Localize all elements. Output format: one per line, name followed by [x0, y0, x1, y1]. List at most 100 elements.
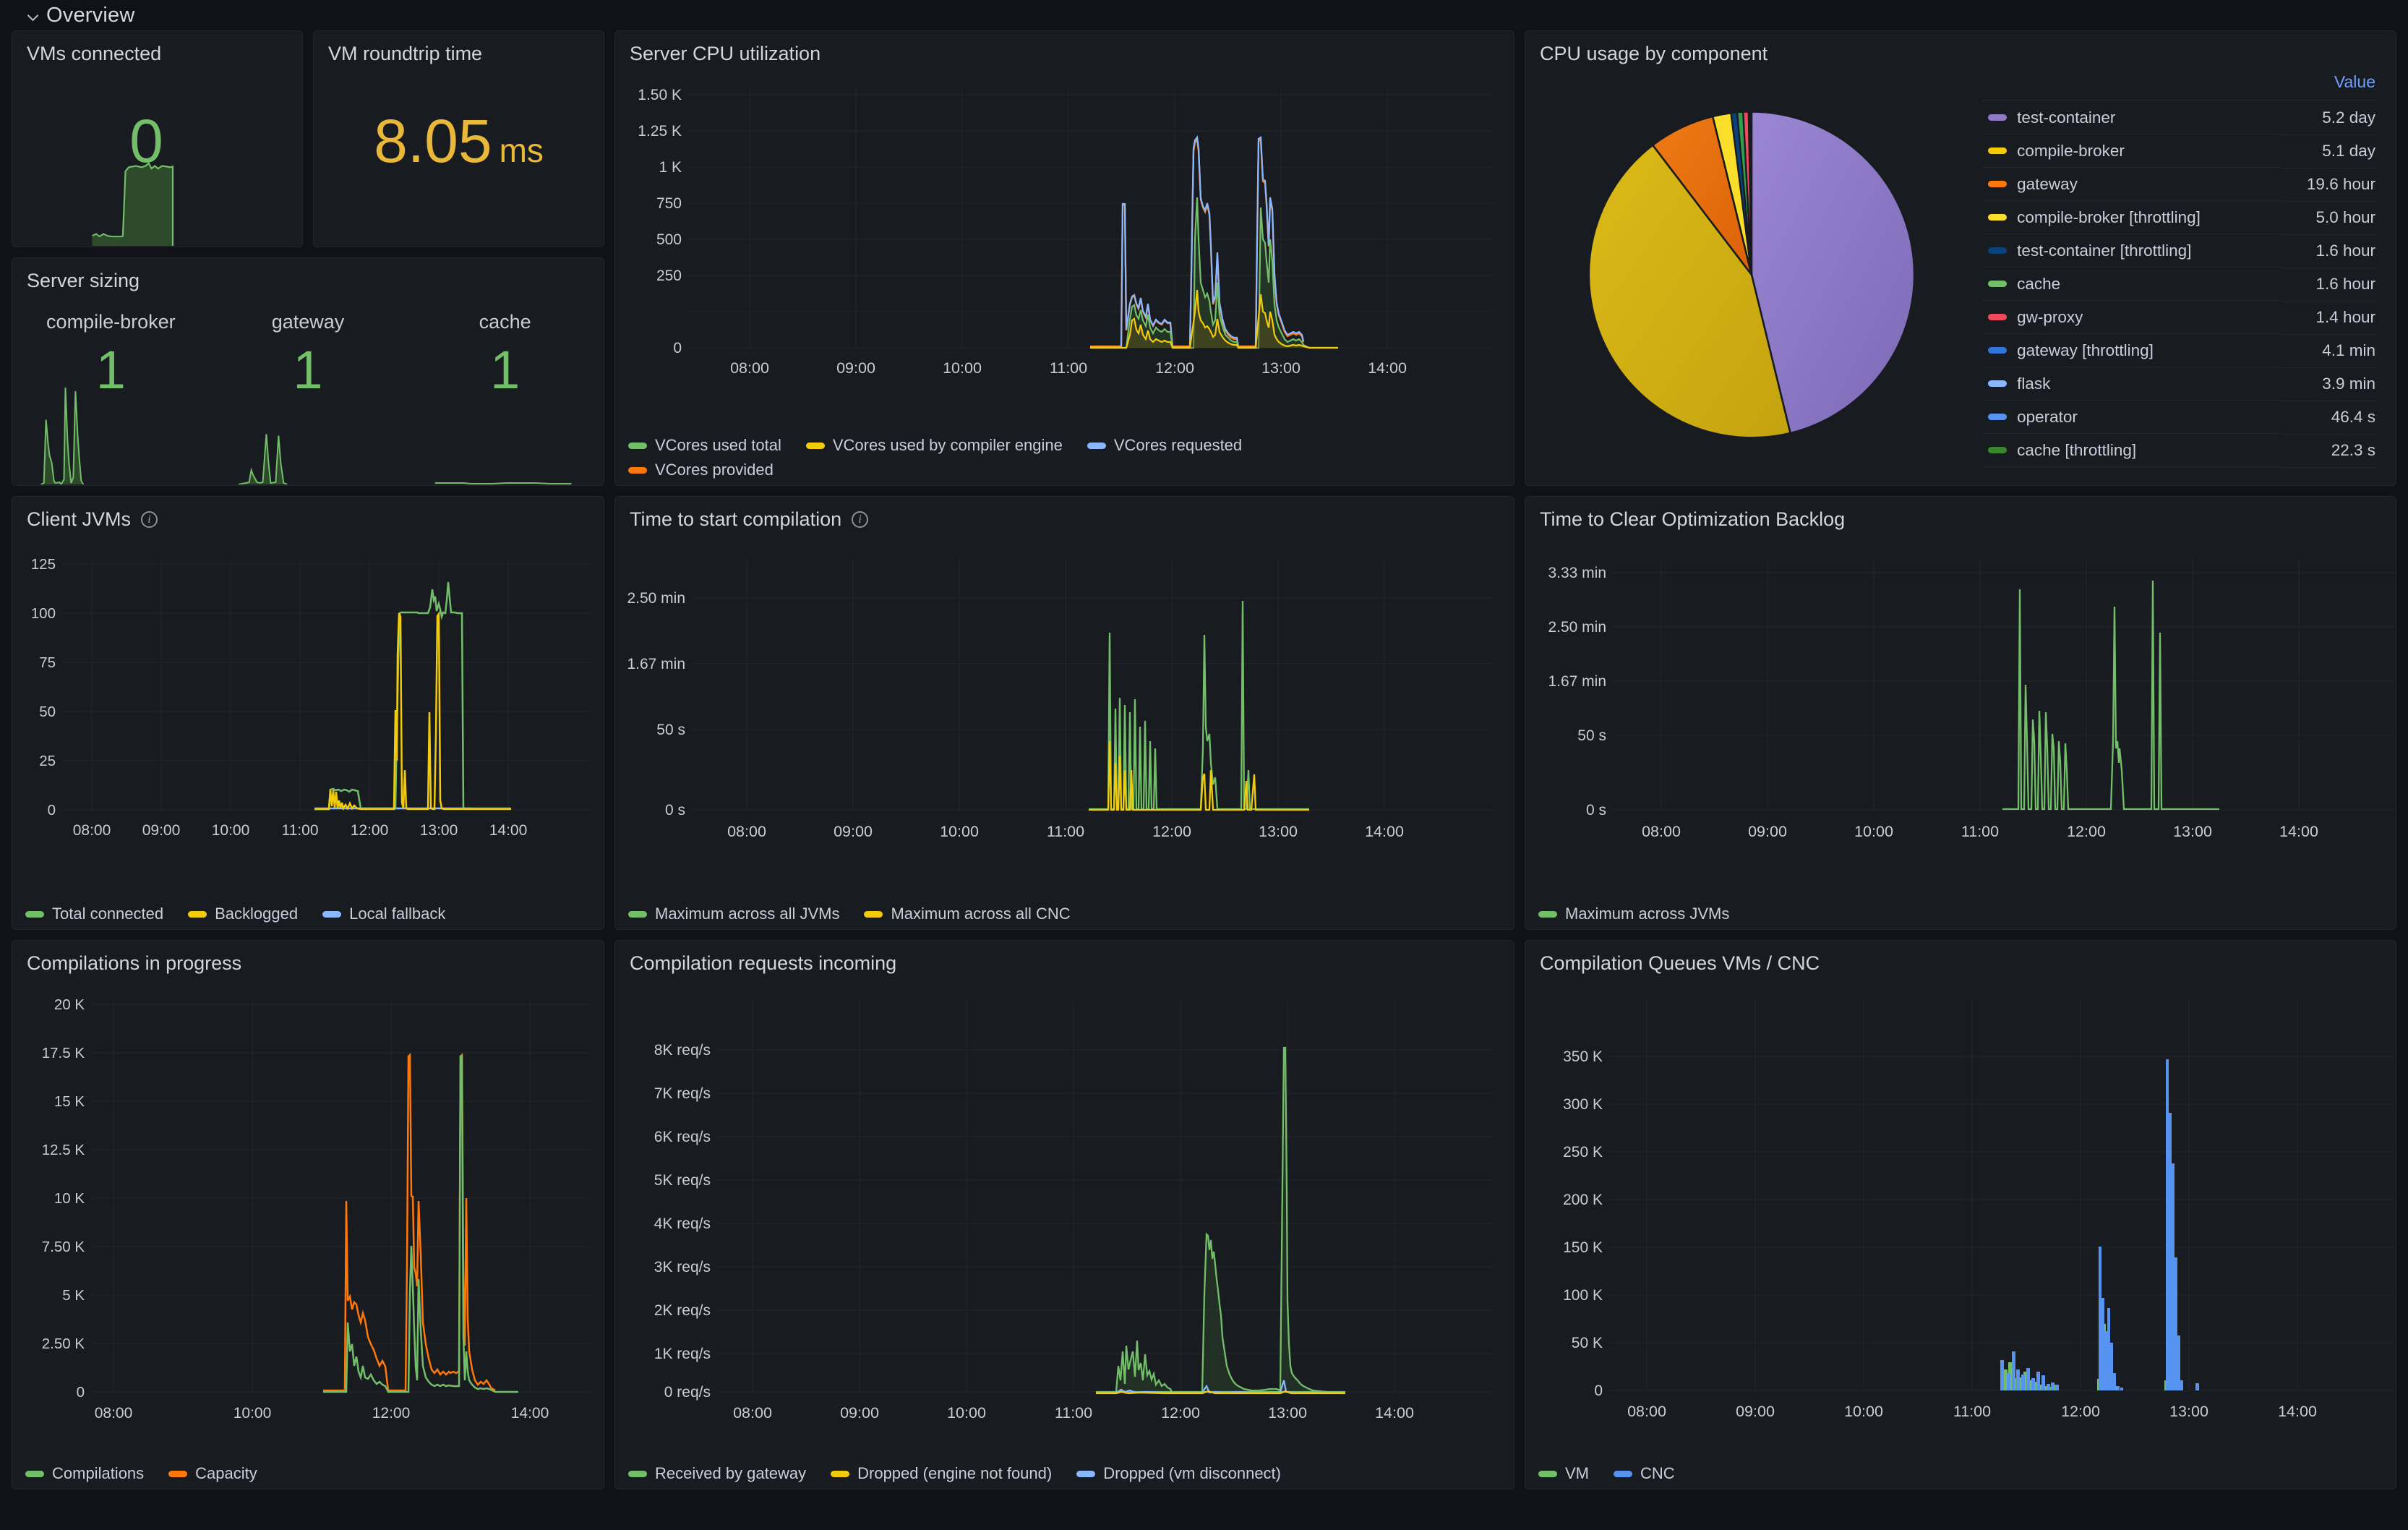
svg-text:2.50 min: 2.50 min: [1548, 619, 1606, 636]
table-row[interactable]: cache [throttling] 22.3 s: [1982, 434, 2377, 468]
stat-unit: ms: [499, 132, 544, 169]
legend-item[interactable]: Maximum across all CNC: [864, 905, 1071, 923]
panel-compilation-requests-incoming[interactable]: Compilation requests incoming 8K req/s 7K…: [614, 940, 1514, 1490]
legend-item[interactable]: Local fallback: [322, 905, 445, 923]
legend-item[interactable]: Received by gateway: [628, 1464, 806, 1483]
legend-item[interactable]: Total connected: [25, 905, 163, 923]
legend-label: operator: [2017, 407, 2078, 426]
legend-label: compile-broker [throttling]: [2017, 208, 2201, 226]
stat-value: 0: [129, 107, 163, 175]
info-icon[interactable]: i: [852, 511, 869, 528]
svg-text:10:00: 10:00: [940, 823, 979, 840]
legend-swatch: [1988, 181, 2008, 187]
panel-compilations-in-progress[interactable]: Compilations in progress 20 K 17.5 K 15 K …: [12, 940, 604, 1490]
sizing-label: compile-broker: [46, 311, 176, 333]
legend-swatch: [188, 910, 207, 918]
legend-label: VCores provided: [655, 461, 774, 479]
dashboard-row-header[interactable]: Overview: [12, 0, 2396, 30]
legend-value-cell: 22.3 s: [2281, 434, 2377, 468]
panel-title: Compilation requests incoming: [630, 952, 897, 974]
panel-title: Compilation Queues VMs / CNC: [1540, 952, 1820, 974]
svg-text:750: 750: [656, 195, 682, 212]
svg-text:14:00: 14:00: [2278, 1403, 2317, 1420]
svg-text:20 K: 20 K: [54, 996, 85, 1013]
legend-name-cell: test-container [throttling]: [1982, 234, 2281, 268]
panel-vm-roundtrip-time[interactable]: VM roundtrip time 8.05 ms: [313, 30, 604, 247]
svg-text:1 K: 1 K: [659, 159, 682, 176]
legend-swatch: [1538, 1470, 1557, 1477]
legend-label: gateway [throttling]: [2017, 341, 2154, 359]
legend-item[interactable]: Backlogged: [188, 905, 298, 923]
panel-compilation-queues[interactable]: Compilation Queues VMs / CNC 350 K 300 K 2…: [1525, 940, 2396, 1490]
table-row[interactable]: compile-broker [throttling] 5.0 hour: [1982, 201, 2377, 235]
table-row[interactable]: gw-proxy 1.4 hour: [1982, 301, 2377, 335]
legend-item[interactable]: VCores used by compiler engine: [805, 436, 1063, 455]
svg-text:1.50 K: 1.50 K: [638, 87, 682, 103]
table-row[interactable]: flask 3.9 min: [1982, 367, 2377, 401]
value-col-header[interactable]: Value: [2281, 72, 2377, 101]
client-jvms-legend: Total connected Backlogged Local fallbac…: [25, 905, 595, 923]
legend-item[interactable]: CNC: [1614, 1464, 1675, 1483]
panel-cpu-usage-by-component[interactable]: CPU usage by component Value test-contai…: [1525, 30, 2396, 486]
svg-text:2K req/s: 2K req/s: [654, 1302, 711, 1319]
svg-text:0 s: 0 s: [665, 802, 685, 819]
svg-text:1.67 min: 1.67 min: [1548, 673, 1606, 690]
svg-text:13:00: 13:00: [1261, 359, 1301, 377]
legend-label: Received by gateway: [655, 1464, 807, 1482]
legend-swatch: [628, 442, 647, 449]
svg-text:50 s: 50 s: [656, 722, 685, 738]
info-icon[interactable]: i: [141, 511, 158, 528]
legend-item[interactable]: VM: [1538, 1464, 1589, 1483]
legend-label: Total connected: [52, 905, 164, 923]
chevron-down-icon[interactable]: [27, 9, 40, 22]
legend-swatch: [1988, 347, 2008, 354]
legend-item[interactable]: Compilations: [25, 1464, 144, 1483]
table-row[interactable]: gateway 19.6 hour: [1982, 168, 2377, 202]
panel-title: Time to Clear Optimization Backlog: [1540, 508, 1846, 530]
legend-swatch: [1988, 314, 2008, 320]
table-row[interactable]: cache 1.6 hour: [1982, 268, 2377, 302]
panel-time-to-clear-optimization-backlog[interactable]: Time to Clear Optimization Backlog 3.33 …: [1525, 496, 2396, 930]
table-row[interactable]: operator 46.4 s: [1982, 401, 2377, 435]
panel-vms-connected[interactable]: VMs connected 0: [12, 30, 303, 247]
svg-text:7K req/s: 7K req/s: [654, 1085, 711, 1102]
panel-title: Server CPU utilization: [630, 43, 821, 64]
legend-name-cell: compile-broker: [1982, 134, 2281, 168]
pie-body: Value test-container 5.2 day compile-broke…: [1525, 65, 2396, 484]
legend-item[interactable]: VCores provided: [628, 461, 1505, 479]
table-row[interactable]: test-container [throttling] 1.6 hour: [1982, 234, 2377, 268]
svg-text:0: 0: [48, 802, 56, 819]
legend-item[interactable]: Maximum across all JVMs: [628, 905, 839, 923]
time-to-clear-chart: 3.33 min 2.50 min 1.67 min 50 s 0 s 08:00 09…: [1548, 559, 2396, 840]
legend-item[interactable]: Dropped (vm disconnect): [1076, 1464, 1281, 1483]
legend-swatch: [805, 442, 825, 449]
table-row[interactable]: test-container 5.2 day: [1982, 101, 2377, 135]
panel-client-jvms[interactable]: Client JVMs i 125 100 75 50 25 0 08:00 0…: [12, 496, 604, 930]
svg-text:6K req/s: 6K req/s: [654, 1129, 711, 1145]
sizing-cell-cache: cache 1: [406, 292, 604, 484]
panel-server-cpu-utilization[interactable]: Server CPU utilization 1.50 K 1.25 K 1 K 7…: [614, 30, 1514, 486]
svg-text:10 K: 10 K: [54, 1190, 85, 1207]
legend-item[interactable]: VCores used total: [628, 436, 781, 455]
table-row[interactable]: compile-broker 5.1 day: [1982, 134, 2377, 168]
legend-item[interactable]: Capacity: [168, 1464, 257, 1483]
panel-server-sizing[interactable]: Server sizing compile-broker 1 gateway 1: [12, 257, 604, 486]
panel-time-to-start-compilation[interactable]: Time to start compilation i 2.50 min 1.67…: [614, 496, 1514, 930]
svg-text:10:00: 10:00: [212, 822, 250, 839]
svg-text:250 K: 250 K: [1563, 1144, 1603, 1161]
svg-text:0 s: 0 s: [1586, 802, 1606, 819]
svg-text:08:00: 08:00: [73, 822, 111, 839]
legend-col-header: [1982, 72, 2281, 101]
table-row[interactable]: gateway [throttling] 4.1 min: [1982, 334, 2377, 368]
legend-item[interactable]: Dropped (engine not found): [831, 1464, 1052, 1483]
legend-item[interactable]: Maximum across JVMs: [1538, 905, 1729, 923]
legend-item[interactable]: VCores requested: [1087, 436, 1242, 455]
compilations-in-progress-chart: 20 K 17.5 K 15 K 12.5 K 10 K 7.50 K 5 K 2.50 …: [42, 996, 591, 1422]
legend-label: compile-broker: [2017, 141, 2125, 160]
legend-label: test-container [throttling]: [2017, 241, 2192, 260]
legend-label: Dropped (engine not found): [857, 1464, 1053, 1482]
svg-text:13:00: 13:00: [1268, 1404, 1307, 1422]
svg-text:09:00: 09:00: [836, 359, 875, 377]
svg-text:14:00: 14:00: [511, 1405, 549, 1422]
legend-swatch: [1988, 114, 2008, 121]
